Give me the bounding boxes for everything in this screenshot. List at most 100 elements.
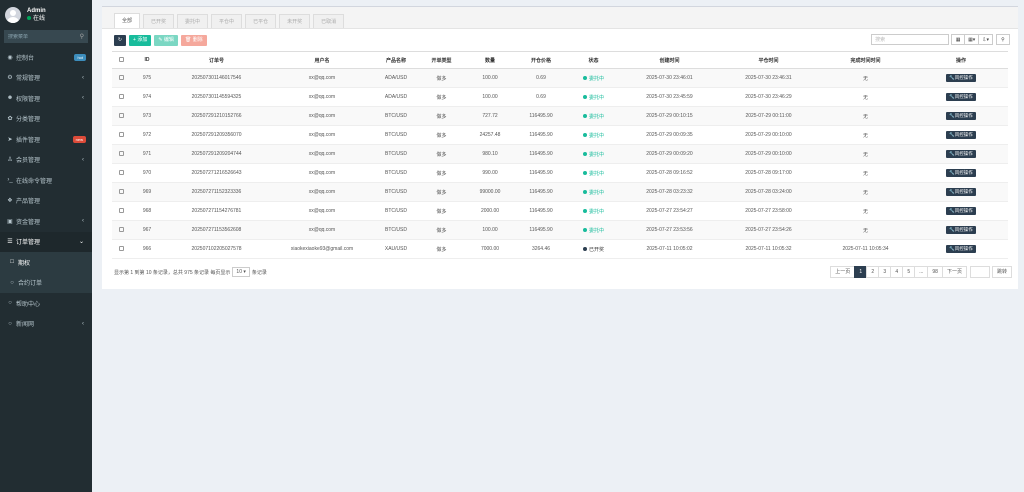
sidebar-item-orders[interactable]: ☰ 订单管理 ⌄ (0, 231, 92, 252)
table-row[interactable]: 972 20250729120935607​0 xx@qq.com BTC/USD 做多… (112, 125, 1008, 145)
col-id[interactable]: ID (130, 51, 164, 69)
risk-control-button[interactable]: 🔧风控操作 (946, 226, 976, 234)
risk-control-button[interactable]: 🔧风控操作 (946, 150, 976, 158)
add-button[interactable]: + 添加 (129, 34, 152, 46)
row-order-no: 20250710220502757​8 (164, 239, 269, 259)
sidebar-item-funds[interactable]: ▣ 资金管理 ‹ (0, 211, 92, 232)
row-username: xx@qq.com (269, 87, 375, 107)
risk-control-button[interactable]: 🔧风控操作 (946, 169, 976, 177)
row-type: 做多 (417, 68, 466, 88)
col-product[interactable]: 产品名称 (375, 51, 417, 69)
help-icon: ○ (8, 300, 12, 307)
col-status[interactable]: 状态 (568, 51, 619, 69)
table-row[interactable]: 974 20250730114559432​5 xx@qq.com ADA/USD 做多… (112, 87, 1008, 107)
row-type: 做多 (417, 125, 466, 145)
sidebar-item-addon[interactable]: ➤ 插件管理 new (0, 129, 92, 150)
sidebar-item-product[interactable]: ❖ 产品管理 (0, 191, 92, 212)
table-row[interactable]: 968 20250727115427678​1 xx@qq.com BTC/USD 做多… (112, 201, 1008, 221)
row-created: 2025-07-29 00:10:15 (619, 106, 720, 126)
table-row[interactable]: 967 20250727115356260​8 xx@qq.com BTC/USD 做多… (112, 220, 1008, 240)
row-qty: 100.00 (466, 68, 514, 88)
risk-control-button[interactable]: 🔧风控操作 (946, 207, 976, 215)
sidebar-item-user[interactable]: ♙ 会员管理 ‹ (0, 150, 92, 171)
row-price: 116495.90 (514, 144, 568, 164)
table-row[interactable]: 973 20250729121015276​6 xx@qq.com BTC/USD 做多… (112, 106, 1008, 126)
col-type[interactable]: 开单类型 (417, 51, 466, 69)
columns-button[interactable]: ▦▾ (964, 34, 980, 45)
sidebar-item-contract-orders[interactable]: ○ 合约订单 (0, 272, 92, 293)
prev-page-button[interactable]: 上一页 (830, 266, 856, 278)
row-order-no: 20250730114559432​5 (164, 87, 269, 107)
sidebar-item-news[interactable]: ○ 新闻网 ‹ (0, 314, 92, 335)
sidebar-item-auth[interactable]: ☻ 权限管理 ‹ (0, 88, 92, 109)
table-row[interactable]: 970 20250727121652664​3 xx@qq.com BTC/USD 做多… (112, 163, 1008, 183)
risk-control-button[interactable]: 🔧风控操作 (946, 131, 976, 139)
risk-control-button[interactable]: 🔧风控操作 (946, 74, 976, 82)
row-qty: 24257.48 (466, 125, 514, 145)
col-qty[interactable]: 数量 (466, 51, 514, 69)
tab-all[interactable]: 全部 (114, 13, 141, 28)
sidebar-item-general[interactable]: ⚙ 常规管理 ‹ (0, 68, 92, 89)
col-order-no[interactable]: 订单号 (164, 51, 269, 69)
row-id: 969 (130, 182, 164, 202)
sidebar-item-command[interactable]: ›_ 在线命令管理 (0, 170, 92, 191)
toggle-view-button[interactable]: ▦ (951, 34, 966, 45)
col-username[interactable]: 用户名 (269, 51, 375, 69)
tab-not-opened[interactable]: 未开奖 (279, 14, 311, 28)
sidebar-item-dashboard[interactable]: ◉ 控制台 hot (0, 47, 92, 68)
sidebar-item-help[interactable]: ○ 帮助中心 (0, 293, 92, 314)
search-icon[interactable]: ⚲ (80, 33, 84, 40)
page-98[interactable]: 98 (927, 266, 943, 278)
tab-opened[interactable]: 已开奖 (143, 14, 175, 28)
risk-control-button[interactable]: 🔧风控操作 (946, 93, 976, 101)
table-row[interactable]: 971 20250729120920474​4 xx@qq.com BTC/USD 做多… (112, 144, 1008, 164)
sidebar-item-options[interactable]: □ 期权 (0, 252, 92, 273)
col-open-price[interactable]: 开仓价格 (514, 51, 568, 69)
table-row[interactable]: 969 20250727115232333​6 xx@qq.com BTC/USD 做多… (112, 182, 1008, 202)
row-checkbox[interactable] (118, 227, 124, 233)
next-page-button[interactable]: 下一页 (941, 266, 967, 278)
row-checkbox[interactable] (118, 75, 124, 81)
page-size-select[interactable]: 10 ▾ (232, 267, 250, 277)
table-row[interactable]: 975 20250730114601754​6 xx@qq.com ADA/USD 做多… (112, 68, 1008, 88)
tab-pending[interactable]: 委托中 (177, 14, 209, 28)
page-jump-input[interactable] (969, 266, 990, 278)
col-closed[interactable]: 平仓时间 (720, 51, 817, 69)
row-checkbox[interactable] (118, 189, 124, 195)
row-checkbox[interactable] (118, 94, 124, 100)
select-all-checkbox[interactable] (118, 57, 124, 63)
row-checkbox[interactable] (118, 246, 124, 252)
advanced-search-button[interactable]: ⚲ (996, 34, 1010, 45)
risk-control-button[interactable]: 🔧风控操作 (946, 245, 976, 253)
edit-button[interactable]: ✎ 编辑 (154, 34, 178, 46)
export-button[interactable]: ⇩▾ (978, 34, 993, 45)
row-order-no: 20250729120920474​4 (164, 144, 269, 164)
main-content: 全部 已开奖 委托中 平仓中 已平仓 未开奖 已取消 ↻ + 添加 ✎ 编辑 🗑… (92, 0, 1024, 492)
row-checkbox[interactable] (118, 208, 124, 214)
risk-control-button[interactable]: 🔧风控操作 (946, 188, 976, 196)
sidebar-search-input[interactable] (8, 33, 68, 40)
col-done[interactable]: 完成时间时间 (817, 51, 914, 69)
page-go-button[interactable]: 跳转 (991, 266, 1012, 278)
row-checkbox[interactable] (118, 132, 124, 138)
refresh-button[interactable]: ↻ (114, 34, 126, 46)
sidebar-item-category[interactable]: ✿ 分类管理 (0, 109, 92, 130)
row-price: 116495.90 (514, 106, 568, 126)
delete-button[interactable]: 🗑 删除 (180, 34, 207, 46)
risk-control-button[interactable]: 🔧风控操作 (946, 112, 976, 120)
user-panel: Admin 在线 (0, 0, 92, 30)
row-created: 2025-07-27 23:54:27 (619, 201, 720, 221)
row-checkbox[interactable] (118, 113, 124, 119)
row-id: 972 (130, 125, 164, 145)
table-row[interactable]: 966 20250710220502757​8 xiaokexiaoke93@gma… (112, 239, 1008, 259)
tab-closing[interactable]: 平仓中 (211, 14, 243, 28)
user-name: Admin (27, 8, 46, 14)
row-checkbox[interactable] (118, 170, 124, 176)
table-search-input[interactable] (871, 34, 950, 45)
tab-cancelled[interactable]: 已取消 (313, 14, 345, 28)
row-checkbox[interactable] (118, 151, 124, 157)
row-status: 委托中 (568, 220, 619, 240)
tab-closed[interactable]: 已平仓 (245, 14, 277, 28)
col-created[interactable]: 创建时间 (619, 51, 720, 69)
list-icon: ☰ (7, 239, 13, 246)
